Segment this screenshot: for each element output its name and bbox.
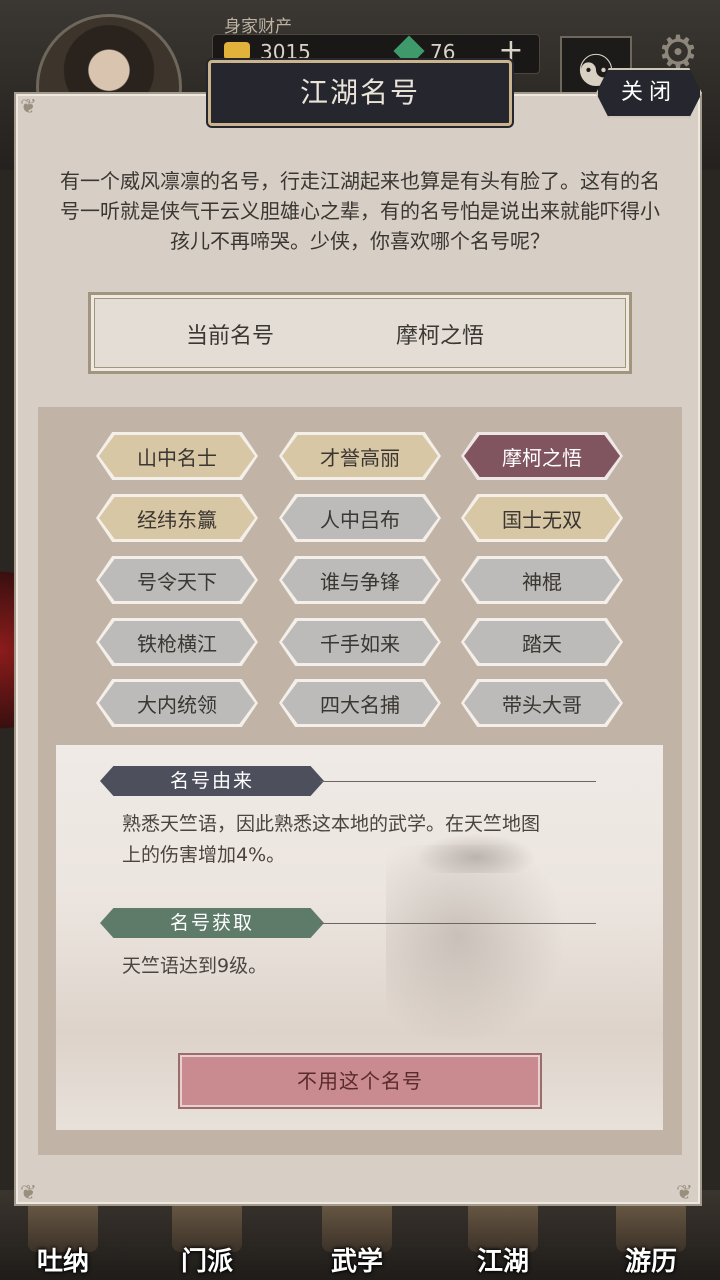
title-chip-label: 才誉高丽 — [282, 435, 438, 477]
unuse-title-button[interactable]: 不用这个名号 — [178, 1053, 542, 1109]
title-chip[interactable]: 人中吕布 — [279, 494, 441, 542]
current-title-box — [88, 292, 632, 374]
title-chip-selected[interactable]: 摩柯之悟 — [461, 432, 623, 480]
title-chip[interactable]: 铁枪横江 — [96, 618, 258, 666]
title-chip[interactable]: 才誉高丽 — [279, 432, 441, 480]
origin-text: 熟悉天竺语，因此熟悉这本地的武学。在天竺地图 — [122, 813, 541, 835]
title-chip[interactable]: 带头大哥 — [461, 679, 623, 727]
title-chip[interactable]: 大内统领 — [96, 679, 258, 727]
modal-title: 江湖名号 — [208, 60, 512, 126]
title-chip[interactable]: 千手如来 — [279, 618, 441, 666]
ink-painting-decoration — [386, 845, 566, 1045]
title-chip-label: 踏天 — [464, 621, 620, 663]
title-chip-label: 摩柯之悟 — [464, 435, 620, 477]
title-chip[interactable]: 经纬东籯 — [96, 494, 258, 542]
nav-label: 武学 — [330, 1247, 383, 1277]
current-title-label: 当前名号 — [186, 324, 275, 349]
nav-menpai[interactable]: 门派 — [152, 1200, 262, 1280]
title-chip-label: 国士无双 — [464, 497, 620, 539]
title-chip-label: 号令天下 — [99, 559, 255, 601]
nav-label: 吐纳 — [36, 1247, 89, 1277]
title-chip-label: 经纬东籯 — [99, 497, 255, 539]
origin-header: 名号由来 — [100, 766, 324, 796]
title-chip-label: 带头大哥 — [464, 682, 620, 724]
title-chip[interactable]: 神棍 — [461, 556, 623, 604]
gold-ingot-icon — [224, 42, 250, 60]
nav-label: 江湖 — [476, 1247, 529, 1277]
title-chip[interactable]: 号令天下 — [96, 556, 258, 604]
title-chip-label: 大内统领 — [99, 682, 255, 724]
corner-ornament: ❦ — [20, 1180, 37, 1204]
title-chip-label: 千手如来 — [282, 621, 438, 663]
divider — [320, 923, 596, 924]
title-chip[interactable]: 踏天 — [461, 618, 623, 666]
nav-wuxue[interactable]: 武学 — [302, 1200, 412, 1280]
title-chip-label: 人中吕布 — [282, 497, 438, 539]
nav-tuna[interactable]: 吐纳 — [8, 1200, 118, 1280]
close-button[interactable]: 关闭 — [596, 68, 702, 118]
divider — [320, 781, 596, 782]
title-chip-label: 四大名捕 — [282, 682, 438, 724]
nav-label: 游历 — [624, 1247, 677, 1277]
title-chip-label: 山中名士 — [99, 435, 255, 477]
title-chip-label: 神棍 — [464, 559, 620, 601]
title-chip[interactable]: 谁与争锋 — [279, 556, 441, 604]
obtain-text: 天竺语达到9级。 — [122, 955, 268, 977]
title-chip[interactable]: 山中名士 — [96, 432, 258, 480]
corner-ornament: ❦ — [20, 94, 37, 118]
title-chip[interactable]: 四大名捕 — [279, 679, 441, 727]
title-chip[interactable]: 国士无双 — [461, 494, 623, 542]
origin-text: 上的伤害增加4%。 — [122, 844, 286, 866]
title-chip-label: 铁枪横江 — [99, 621, 255, 663]
intro-text: 有一个威风凛凛的名号，行走江湖起来也算是有头有脸了。这有的名号一听就是侠气干云义… — [60, 169, 660, 253]
nav-label: 门派 — [180, 1247, 233, 1277]
obtain-header: 名号获取 — [100, 908, 324, 938]
title-chip-label: 谁与争锋 — [282, 559, 438, 601]
nav-youli[interactable]: 游历 — [596, 1200, 706, 1280]
nav-jianghu[interactable]: 江湖 — [448, 1200, 558, 1280]
corner-ornament: ❦ — [676, 1180, 693, 1204]
current-title-value: 摩柯之悟 — [396, 324, 485, 349]
